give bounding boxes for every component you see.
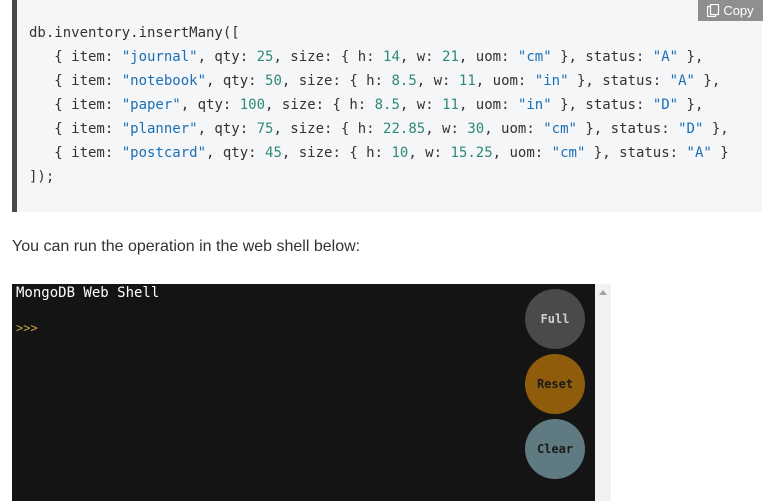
code-block: db.inventory.insertMany([ { item: "journ… bbox=[12, 0, 762, 212]
reset-button[interactable]: Reset bbox=[525, 354, 585, 414]
code-token: }, bbox=[678, 49, 704, 65]
code-token: , size: { h: bbox=[273, 121, 384, 137]
code-number-token: 8.5 bbox=[374, 97, 400, 113]
code-token: , uom: bbox=[458, 49, 518, 65]
code-token: , size: { h: bbox=[281, 145, 392, 161]
code-token: , qty: bbox=[180, 97, 240, 113]
code-token: db.inventory.insertMany([ bbox=[29, 25, 240, 41]
code-token: } bbox=[711, 145, 729, 161]
copy-icon bbox=[707, 4, 720, 17]
code-token: }, status: bbox=[568, 73, 670, 89]
code-line: { item: "planner", qty: 75, size: { h: 2… bbox=[29, 117, 729, 141]
code-string-token: "notebook" bbox=[121, 73, 207, 89]
code-line: { item: "postcard", qty: 45, size: { h: … bbox=[29, 141, 729, 165]
shell-prompt[interactable]: >>> bbox=[16, 321, 38, 335]
code-token: { item: bbox=[29, 145, 122, 161]
description-text: You can run the operation in the web she… bbox=[12, 238, 361, 255]
code-string-token: "journal" bbox=[121, 49, 198, 65]
code-token: }, bbox=[694, 73, 721, 89]
code-string-token: "planner" bbox=[121, 121, 198, 137]
code-string-token: "cm" bbox=[517, 49, 552, 65]
code-token: , size: { h: bbox=[265, 97, 375, 113]
copy-label: Copy bbox=[723, 3, 754, 18]
code-token: , w: bbox=[408, 145, 451, 161]
code-token: , uom: bbox=[475, 73, 535, 89]
code-token: , uom: bbox=[492, 145, 552, 161]
code-line: { item: "notebook", qty: 50, size: { h: … bbox=[29, 69, 729, 93]
code-token: , w: bbox=[399, 49, 443, 65]
code-token: { item: bbox=[29, 73, 122, 89]
code-number-token: 75 bbox=[256, 121, 274, 137]
code-token: , w: bbox=[399, 97, 443, 113]
code-token: }, status: bbox=[585, 145, 687, 161]
code-number-token: 30 bbox=[467, 121, 485, 137]
code-string-token: "in" bbox=[534, 73, 569, 89]
code-string-token: "A" bbox=[686, 145, 712, 161]
code-string-token: "D" bbox=[678, 121, 704, 137]
clear-button[interactable]: Clear bbox=[525, 419, 585, 479]
code-token: , qty: bbox=[206, 73, 266, 89]
code-number-token: 50 bbox=[265, 73, 282, 89]
copy-button[interactable]: Copy bbox=[698, 0, 763, 21]
code-number-token: 11 bbox=[458, 73, 476, 89]
code-token: }, bbox=[703, 121, 729, 137]
code-line: db.inventory.insertMany([ bbox=[29, 21, 729, 45]
code-token: , uom: bbox=[484, 121, 544, 137]
code-string-token: "D" bbox=[652, 97, 679, 113]
code-line: { item: "paper", qty: 100, size: { h: 8.… bbox=[29, 93, 729, 117]
code-string-token: "A" bbox=[669, 73, 695, 89]
code-string-token: "cm" bbox=[543, 121, 577, 137]
code-token: , size: { h: bbox=[281, 73, 392, 89]
code-string-token: "paper" bbox=[121, 97, 181, 113]
code-token: }, status: bbox=[551, 97, 653, 113]
code-line: { item: "journal", qty: 25, size: { h: 1… bbox=[29, 45, 729, 69]
code-number-token: 10 bbox=[391, 145, 409, 161]
code-string-token: "cm" bbox=[551, 145, 586, 161]
shell-title: MongoDB Web Shell bbox=[16, 285, 160, 301]
code-string-token: "postcard" bbox=[121, 145, 207, 161]
code-token: }, status: bbox=[551, 49, 653, 65]
code-number-token: 100 bbox=[239, 97, 266, 113]
code-token: { item: bbox=[29, 121, 122, 137]
scroll-up-arrow-icon[interactable] bbox=[599, 290, 607, 295]
code-number-token: 8.5 bbox=[391, 73, 417, 89]
code-token: , qty: bbox=[197, 121, 257, 137]
code-number-token: 45 bbox=[265, 145, 282, 161]
code-number-token: 14 bbox=[383, 49, 400, 65]
code-token: , w: bbox=[416, 73, 459, 89]
code-number-token: 22.85 bbox=[383, 121, 426, 137]
code-string-token: "in" bbox=[517, 97, 552, 113]
code-token: ]); bbox=[29, 169, 55, 185]
code-token: , qty: bbox=[206, 145, 266, 161]
code-token: , qty: bbox=[197, 49, 257, 65]
code-token: { item: bbox=[29, 49, 122, 65]
code-number-token: 15.25 bbox=[450, 145, 493, 161]
mongodb-web-shell[interactable]: MongoDB Web Shell >>> Full Reset Clear bbox=[12, 284, 595, 501]
code-number-token: 11 bbox=[442, 97, 459, 113]
code-string-token: "A" bbox=[652, 49, 679, 65]
code-line: ]); bbox=[29, 165, 729, 189]
code-token: }, status: bbox=[576, 121, 679, 137]
full-button[interactable]: Full bbox=[525, 289, 585, 349]
code-token: , size: { h: bbox=[273, 49, 384, 65]
code-token: , uom: bbox=[458, 97, 518, 113]
code-number-token: 21 bbox=[442, 49, 459, 65]
code-content: db.inventory.insertMany([ { item: "journ… bbox=[29, 21, 729, 189]
shell-scrollbar[interactable] bbox=[595, 284, 611, 501]
code-number-token: 25 bbox=[256, 49, 274, 65]
code-token: , w: bbox=[425, 121, 468, 137]
code-token: { item: bbox=[29, 97, 122, 113]
code-token: }, bbox=[678, 97, 704, 113]
